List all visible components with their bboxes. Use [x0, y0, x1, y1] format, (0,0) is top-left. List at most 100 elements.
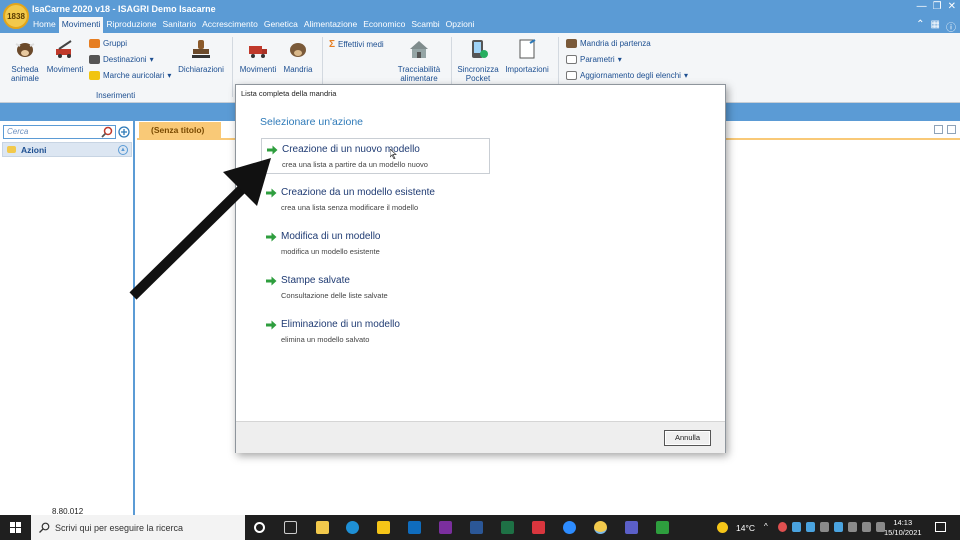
- menu-genetica[interactable]: Genetica: [261, 17, 301, 33]
- search-input[interactable]: Cerca: [3, 125, 116, 139]
- teamviewer-icon[interactable]: [563, 521, 576, 534]
- marche-auricolari-label: Marche auricolari: [103, 71, 165, 80]
- option-description: crea una lista senza modificare il model…: [281, 203, 419, 212]
- search-icon[interactable]: [101, 126, 113, 138]
- parametri-button[interactable]: Parametri ▾: [566, 55, 622, 64]
- truck-icon: [249, 46, 267, 58]
- record-icon[interactable]: [778, 522, 787, 532]
- clock[interactable]: 14:13 15/10/2021: [884, 518, 922, 538]
- teams-icon[interactable]: [625, 521, 638, 534]
- isacarne-active-icon[interactable]: [594, 521, 607, 534]
- option-stampe-salvate[interactable]: Stampe salvate Consultazione delle liste…: [261, 270, 490, 306]
- sincronizza-pocket-button[interactable]: Sincronizza Pocket: [456, 38, 500, 83]
- inserimenti-group-label: Inserimenti: [96, 91, 136, 100]
- outlook-icon[interactable]: [408, 521, 421, 534]
- tracciabilita-button[interactable]: Tracciabilità alimentare: [392, 38, 446, 83]
- minimize-icon[interactable]: —: [917, 1, 927, 12]
- help-icon[interactable]: ⓘ: [946, 19, 956, 34]
- option-eliminazione-modello[interactable]: Eliminazione di un modello elimina un mo…: [261, 314, 490, 350]
- menu-home[interactable]: Home: [30, 17, 59, 33]
- battery-icon[interactable]: [848, 522, 857, 532]
- taskbar: Scrivi qui per eseguire la ricerca 14°C …: [0, 515, 960, 540]
- effettivi-medi-button[interactable]: Σ Effettivi medi: [329, 39, 384, 50]
- parametri-label: Parametri: [580, 55, 615, 64]
- scheda-animale-button[interactable]: Scheda animale: [6, 38, 44, 83]
- menu-bar: Home Movimenti Riproduzione Sanitario Ac…: [30, 17, 477, 33]
- truck-crane-icon: [56, 40, 72, 58]
- file-explorer-icon[interactable]: [377, 521, 390, 534]
- parametri-icon: [566, 55, 577, 64]
- marche-icon: [89, 71, 100, 80]
- add-circle-icon[interactable]: [118, 126, 130, 138]
- taskbar-search-input[interactable]: Scrivi qui per eseguire la ricerca: [31, 515, 245, 540]
- tab-senza-titolo[interactable]: (Senza titolo): [139, 122, 221, 138]
- menu-scambi[interactable]: Scambi: [408, 17, 442, 33]
- option-title: Creazione di un nuovo modello: [282, 144, 420, 155]
- onenote-icon[interactable]: [439, 521, 452, 534]
- menu-movimenti[interactable]: Movimenti: [58, 17, 104, 33]
- ribbon-separator: [232, 37, 233, 97]
- edge-icon[interactable]: [346, 521, 359, 534]
- cloud-icon[interactable]: [806, 522, 815, 532]
- collapse-ribbon-icon[interactable]: ⌃: [916, 19, 924, 34]
- microphone-icon[interactable]: [820, 522, 829, 532]
- menu-opzioni[interactable]: Opzioni: [443, 17, 478, 33]
- menu-alimentazione[interactable]: Alimentazione: [301, 17, 360, 33]
- importazioni-button[interactable]: Importazioni: [503, 38, 551, 74]
- movimenti-report-label: Movimenti: [239, 65, 277, 74]
- notification-icon[interactable]: [935, 522, 946, 532]
- close-icon[interactable]: ✕: [948, 1, 956, 12]
- chevron-up-icon[interactable]: ^: [764, 522, 773, 532]
- option-modifica-modello[interactable]: Modifica di un modello modifica un model…: [261, 226, 490, 262]
- menu-economico[interactable]: Economico: [360, 17, 408, 33]
- dialog-subtitle: Selezionare un'azione: [260, 116, 363, 128]
- gruppi-button[interactable]: Gruppi: [89, 39, 127, 48]
- menu-accrescimento[interactable]: Accrescimento: [199, 17, 261, 33]
- option-modello-esistente[interactable]: Creazione da un modello esistente crea u…: [261, 182, 490, 218]
- wifi-icon[interactable]: [862, 522, 871, 532]
- collapse-icon[interactable]: ▲: [118, 145, 128, 155]
- actions-header[interactable]: Azioni ▲: [2, 142, 132, 157]
- grid-view-icon[interactable]: [934, 125, 943, 134]
- aggiornamento-label: Aggiornamento degli elenchi: [580, 71, 681, 80]
- onedrive-icon[interactable]: [792, 522, 801, 532]
- menu-sanitario[interactable]: Sanitario: [160, 17, 200, 33]
- mandria-button[interactable]: Mandria: [280, 38, 316, 74]
- windows-start-icon[interactable]: [10, 522, 21, 533]
- option-description: crea una lista a partire da un modello n…: [282, 160, 428, 169]
- acrobat-icon[interactable]: [532, 521, 545, 534]
- cancel-button[interactable]: Annulla: [664, 430, 711, 446]
- window-title: IsaCarne 2020 v18 - ISAGRI Demo Isacarne: [32, 4, 216, 14]
- aggiornamento-button[interactable]: Aggiornamento degli elenchi ▾: [566, 71, 688, 80]
- dichiarazioni-button[interactable]: Dichiarazioni: [176, 38, 226, 74]
- movimenti-report-button[interactable]: Movimenti: [238, 38, 278, 74]
- mandria-di-partenza-button[interactable]: Mandria di partenza: [566, 39, 651, 48]
- cortana-icon[interactable]: [254, 522, 265, 533]
- green-arrow-icon: [266, 276, 277, 286]
- bluetooth-icon[interactable]: [834, 522, 843, 532]
- tracciabilita-label: Tracciabilità alimentare: [397, 65, 441, 83]
- marche-auricolari-button[interactable]: Marche auricolari ▾: [89, 71, 171, 80]
- menu-riproduzione[interactable]: Riproduzione: [103, 17, 159, 33]
- restore-icon[interactable]: ❐: [933, 1, 942, 12]
- word-icon[interactable]: [470, 521, 483, 534]
- destinazioni-icon: [89, 55, 100, 64]
- app-logo[interactable]: 1838: [3, 3, 29, 29]
- system-tray: ^: [764, 522, 885, 532]
- mandria-di-partenza-label: Mandria di partenza: [580, 39, 651, 48]
- search-icon: [39, 522, 50, 533]
- movimenti-button[interactable]: Movimenti: [44, 38, 86, 74]
- sigma-icon: Σ: [329, 39, 336, 50]
- excel-icon[interactable]: [501, 521, 514, 534]
- gruppi-label: Gruppi: [103, 39, 128, 48]
- split-view-icon[interactable]: [947, 125, 956, 134]
- calculator-icon[interactable]: ▦: [931, 19, 940, 34]
- temperature[interactable]: 14°C: [736, 523, 755, 533]
- weather-sun-icon[interactable]: [717, 522, 728, 533]
- pocket-device-icon: [472, 40, 488, 58]
- app-download-icon[interactable]: [656, 521, 669, 534]
- isacarne-taskbar-icon[interactable]: [316, 521, 329, 534]
- option-nuovo-modello[interactable]: Creazione di un nuovo modello crea una l…: [261, 138, 490, 174]
- destinazioni-button[interactable]: Destinazioni ▾: [89, 55, 154, 64]
- task-view-icon[interactable]: [284, 521, 297, 534]
